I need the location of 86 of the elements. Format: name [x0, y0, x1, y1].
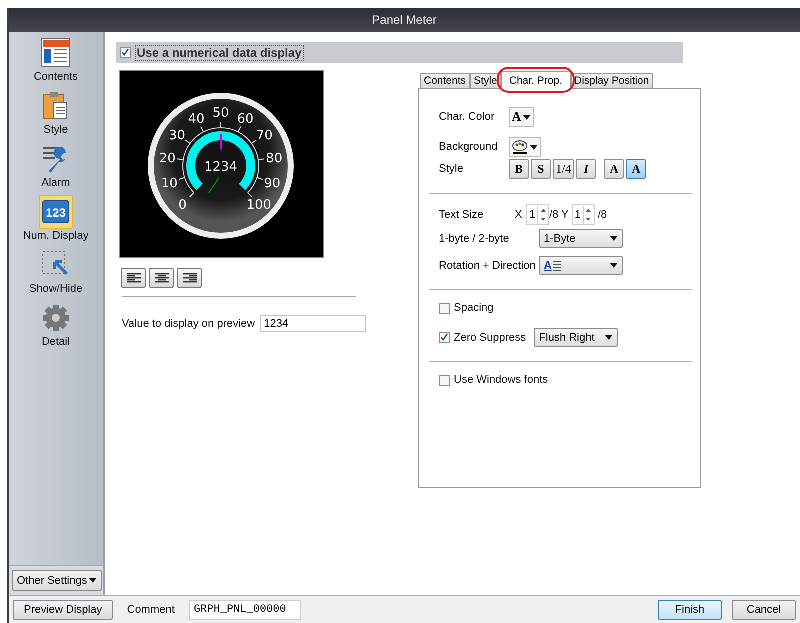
comment-field[interactable]: GRPH_PNL_00000: [188, 600, 301, 620]
caret-icon: [530, 144, 538, 150]
checkbox[interactable]: [120, 47, 131, 58]
checkbox-label: Zero Suppress: [454, 332, 526, 344]
align-left-icon: [126, 272, 140, 284]
x-label: X: [515, 208, 522, 220]
checkbox-label: Use a numerical data display: [135, 44, 304, 60]
style-button[interactable]: A: [604, 159, 624, 179]
tab[interactable]: Style: [470, 73, 502, 88]
needle: [208, 178, 220, 194]
char-color-dropdown[interactable]: A: [509, 107, 534, 127]
align-center-icon: [154, 272, 168, 284]
scale-label: 90: [264, 176, 281, 192]
scale-label: 50: [212, 106, 230, 121]
style-button[interactable]: 1/4: [553, 159, 574, 179]
sidebar-item[interactable]: Detail: [9, 301, 103, 354]
sidebar-item[interactable]: Alarm: [9, 142, 103, 195]
cancel-button[interactable]: Cancel: [732, 600, 796, 620]
tab[interactable]: Display Position: [570, 73, 654, 88]
finish-button[interactable]: Finish: [658, 600, 722, 620]
rotation-dropdown[interactable]: A: [539, 256, 623, 275]
align-button[interactable]: [149, 268, 174, 288]
palette-icon: [512, 140, 528, 154]
tab[interactable]: Contents: [420, 73, 470, 88]
background-dropdown[interactable]: [509, 137, 541, 157]
scale-label: 70: [256, 128, 273, 144]
number-display-icon: 123: [42, 200, 70, 224]
value-marker: [220, 134, 222, 149]
clipboard-icon: [42, 91, 70, 121]
document-layout-icon: [41, 38, 71, 68]
checkbox-label: Spacing: [454, 302, 494, 314]
spin-suffix: /8 Y: [549, 208, 569, 220]
align-button[interactable]: [177, 268, 202, 288]
style-button[interactable]: I: [576, 159, 596, 179]
field-label: Background: [439, 141, 499, 153]
byte-dropdown[interactable]: 1-Byte: [539, 229, 623, 248]
spin-suffix: /8: [598, 208, 608, 220]
up-arrow-icon[interactable]: [586, 208, 592, 212]
style-button[interactable]: B: [509, 159, 529, 179]
scale-label: 40: [188, 112, 205, 127]
caret-icon: [605, 335, 614, 340]
sidebar-item[interactable]: Contents: [9, 36, 103, 89]
checkbox[interactable]: [439, 374, 450, 386]
field-label: Char. Color: [439, 111, 496, 123]
gear-icon: [41, 303, 71, 333]
align-right-icon: [182, 272, 196, 284]
field-label: Text Size: [439, 208, 485, 220]
scale-label: 30: [169, 128, 186, 144]
zero-suppress-dropdown[interactable]: Flush Right: [534, 328, 618, 347]
spin-box[interactable]: 1: [572, 204, 595, 225]
field-label: Rotation + Direction: [439, 260, 537, 272]
input-field[interactable]: 1234: [260, 315, 366, 332]
style-button[interactable]: S: [531, 159, 551, 179]
align-button[interactable]: [121, 268, 146, 288]
field-label: Style: [439, 163, 464, 175]
scale-label: 0: [178, 198, 187, 214]
down-arrow-icon[interactable]: [586, 218, 592, 220]
preview-display-button[interactable]: Preview Display: [13, 600, 114, 620]
spin-box[interactable]: 1: [526, 204, 550, 225]
scale-label: 60: [237, 112, 254, 127]
rotation-glyph: A: [544, 260, 552, 272]
up-arrow-icon[interactable]: [540, 208, 546, 212]
caret-icon: [610, 236, 618, 241]
text-lines-icon: [552, 260, 561, 272]
sidebar-item[interactable]: Style: [9, 89, 103, 142]
tab[interactable]: Char. Prop.: [501, 71, 570, 89]
checkbox[interactable]: [439, 332, 450, 343]
sidebar-item[interactable]: Show/Hide: [9, 248, 103, 301]
scale-label: 10: [161, 176, 178, 192]
sidebar-item[interactable]: 123 Num. Display: [9, 195, 103, 248]
caret-icon: [610, 263, 618, 268]
other-settings-dropdown[interactable]: Other Settings: [12, 570, 102, 591]
checkbox-label: Use Windows fonts: [454, 374, 548, 386]
field-label: 1-byte / 2-byte: [439, 232, 510, 244]
window-title: Panel Meter: [372, 13, 437, 27]
scale-label: 20: [159, 152, 176, 167]
gauge-value: 1234: [204, 160, 238, 175]
comment-label: Comment: [127, 604, 175, 616]
scale-label: 80: [266, 152, 283, 167]
scale-label: 100: [246, 198, 272, 214]
style-button[interactable]: A: [626, 159, 646, 179]
down-arrow-icon[interactable]: [540, 218, 546, 220]
caret-icon: [523, 114, 532, 120]
caret-icon: [89, 578, 97, 583]
checkbox[interactable]: [439, 302, 450, 314]
field-label: Value to display on preview: [122, 318, 256, 330]
